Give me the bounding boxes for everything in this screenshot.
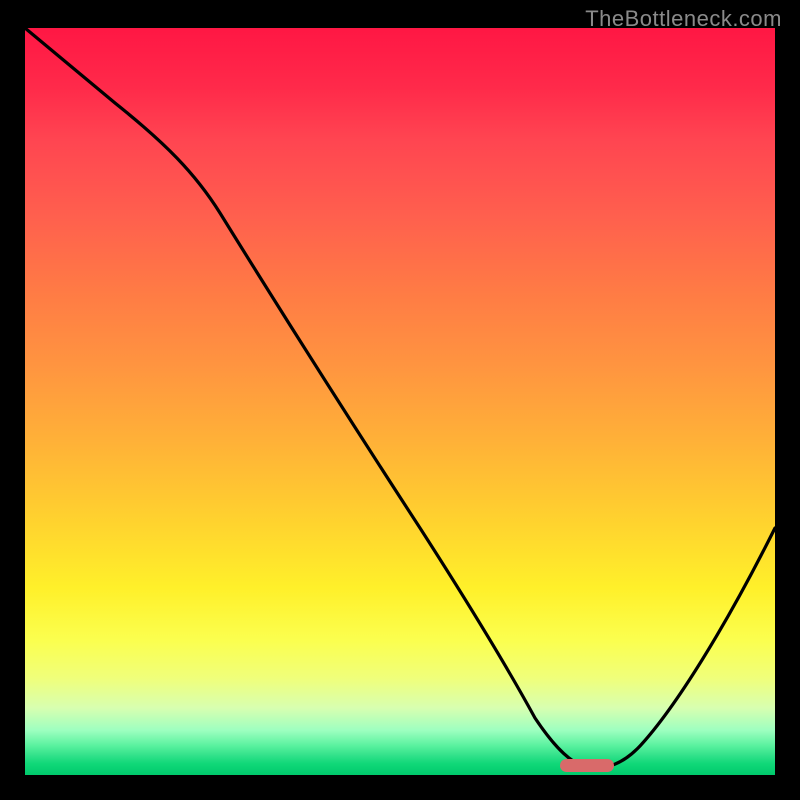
optimal-range-marker: [560, 759, 614, 772]
bottleneck-curve: [25, 28, 775, 775]
watermark-text: TheBottleneck.com: [585, 6, 782, 32]
curve-path: [25, 28, 775, 768]
chart-plot-area: [25, 28, 775, 775]
